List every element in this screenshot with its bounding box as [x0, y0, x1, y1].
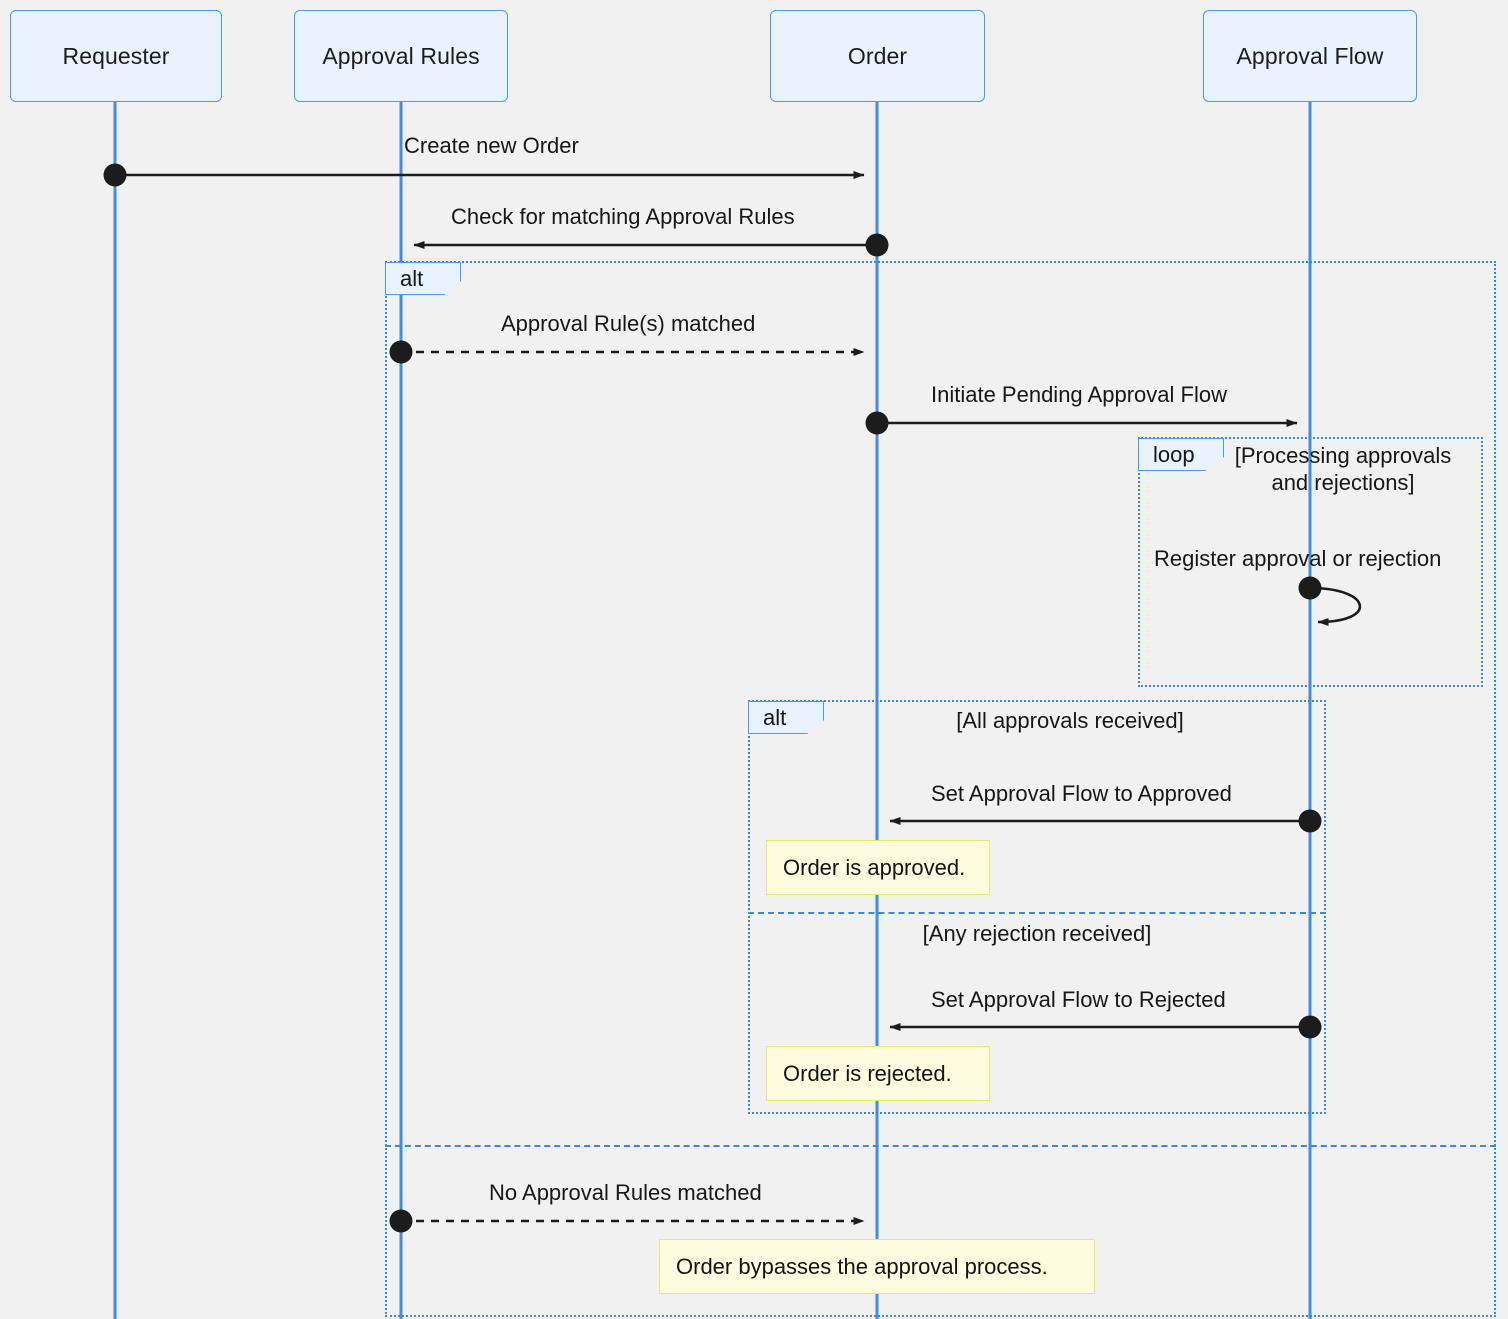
message-label-set-flow-rejected: Set Approval Flow to Rejected: [931, 987, 1226, 1012]
fragment-inner-alt-tab: alt: [748, 701, 824, 734]
message-create-new-order: [103, 163, 865, 187]
fragment-outer-alt-tab: alt: [385, 262, 461, 295]
participant-label-approval-flow: Approval Flow: [1236, 42, 1384, 69]
participant-approval-flow[interactable]: Approval Flow: [1203, 10, 1417, 102]
fragment-inner-alt-guard-approvals: [All approvals received]: [956, 708, 1184, 733]
fragment-loop-tab-label: loop: [1153, 441, 1195, 467]
activation-dot: [103, 163, 127, 187]
message-label-register-approval-or-rejection: Register approval or rejection: [1154, 546, 1442, 571]
message-check-matching-rules: [413, 233, 889, 257]
message-label-initiate-pending-flow: Initiate Pending Approval Flow: [931, 382, 1227, 407]
fragment-inner-alt-guard-rejection: [Any rejection received]: [922, 921, 1152, 946]
note-order-approved-text: Order is approved.: [783, 854, 966, 880]
participant-approval-rules[interactable]: Approval Rules: [294, 10, 508, 102]
participant-requester[interactable]: Requester: [10, 10, 222, 102]
note-order-bypass-text: Order bypasses the approval process.: [676, 1253, 1048, 1279]
participant-label-order: Order: [847, 42, 908, 69]
note-order-rejected: Order is rejected.: [766, 1046, 990, 1101]
fragment-outer-alt-divider: [385, 1145, 1496, 1147]
fragment-loop-guard-line2: and rejections]: [1271, 470, 1415, 496]
fragment-inner-alt-tab-label: alt: [763, 704, 787, 730]
fragment-loop-guard: [Processing approvals and rejections]: [1193, 442, 1493, 497]
participant-label-requester: Requester: [62, 42, 170, 69]
message-label-set-flow-approved: Set Approval Flow to Approved: [931, 781, 1232, 806]
participant-label-approval-rules: Approval Rules: [322, 42, 480, 69]
fragment-outer-alt-tab-label: alt: [400, 265, 424, 291]
message-label-create-new-order: Create new Order: [404, 133, 579, 158]
participant-order[interactable]: Order: [770, 10, 985, 102]
activation-dot: [865, 233, 889, 257]
message-label-no-rules-matched: No Approval Rules matched: [489, 1180, 762, 1205]
note-order-rejected-text: Order is rejected.: [783, 1060, 952, 1086]
fragment-inner-alt-divider: [748, 912, 1326, 914]
message-label-check-matching-rules: Check for matching Approval Rules: [451, 204, 795, 229]
fragment-loop-guard-line1: [Processing approvals: [1234, 443, 1452, 468]
note-order-bypass: Order bypasses the approval process.: [659, 1239, 1095, 1294]
note-order-approved: Order is approved.: [766, 840, 990, 895]
message-label-rules-matched: Approval Rule(s) matched: [501, 311, 756, 336]
sequence-diagram-canvas: Order) dashed --> Order) dashed -->: [0, 0, 1508, 1319]
